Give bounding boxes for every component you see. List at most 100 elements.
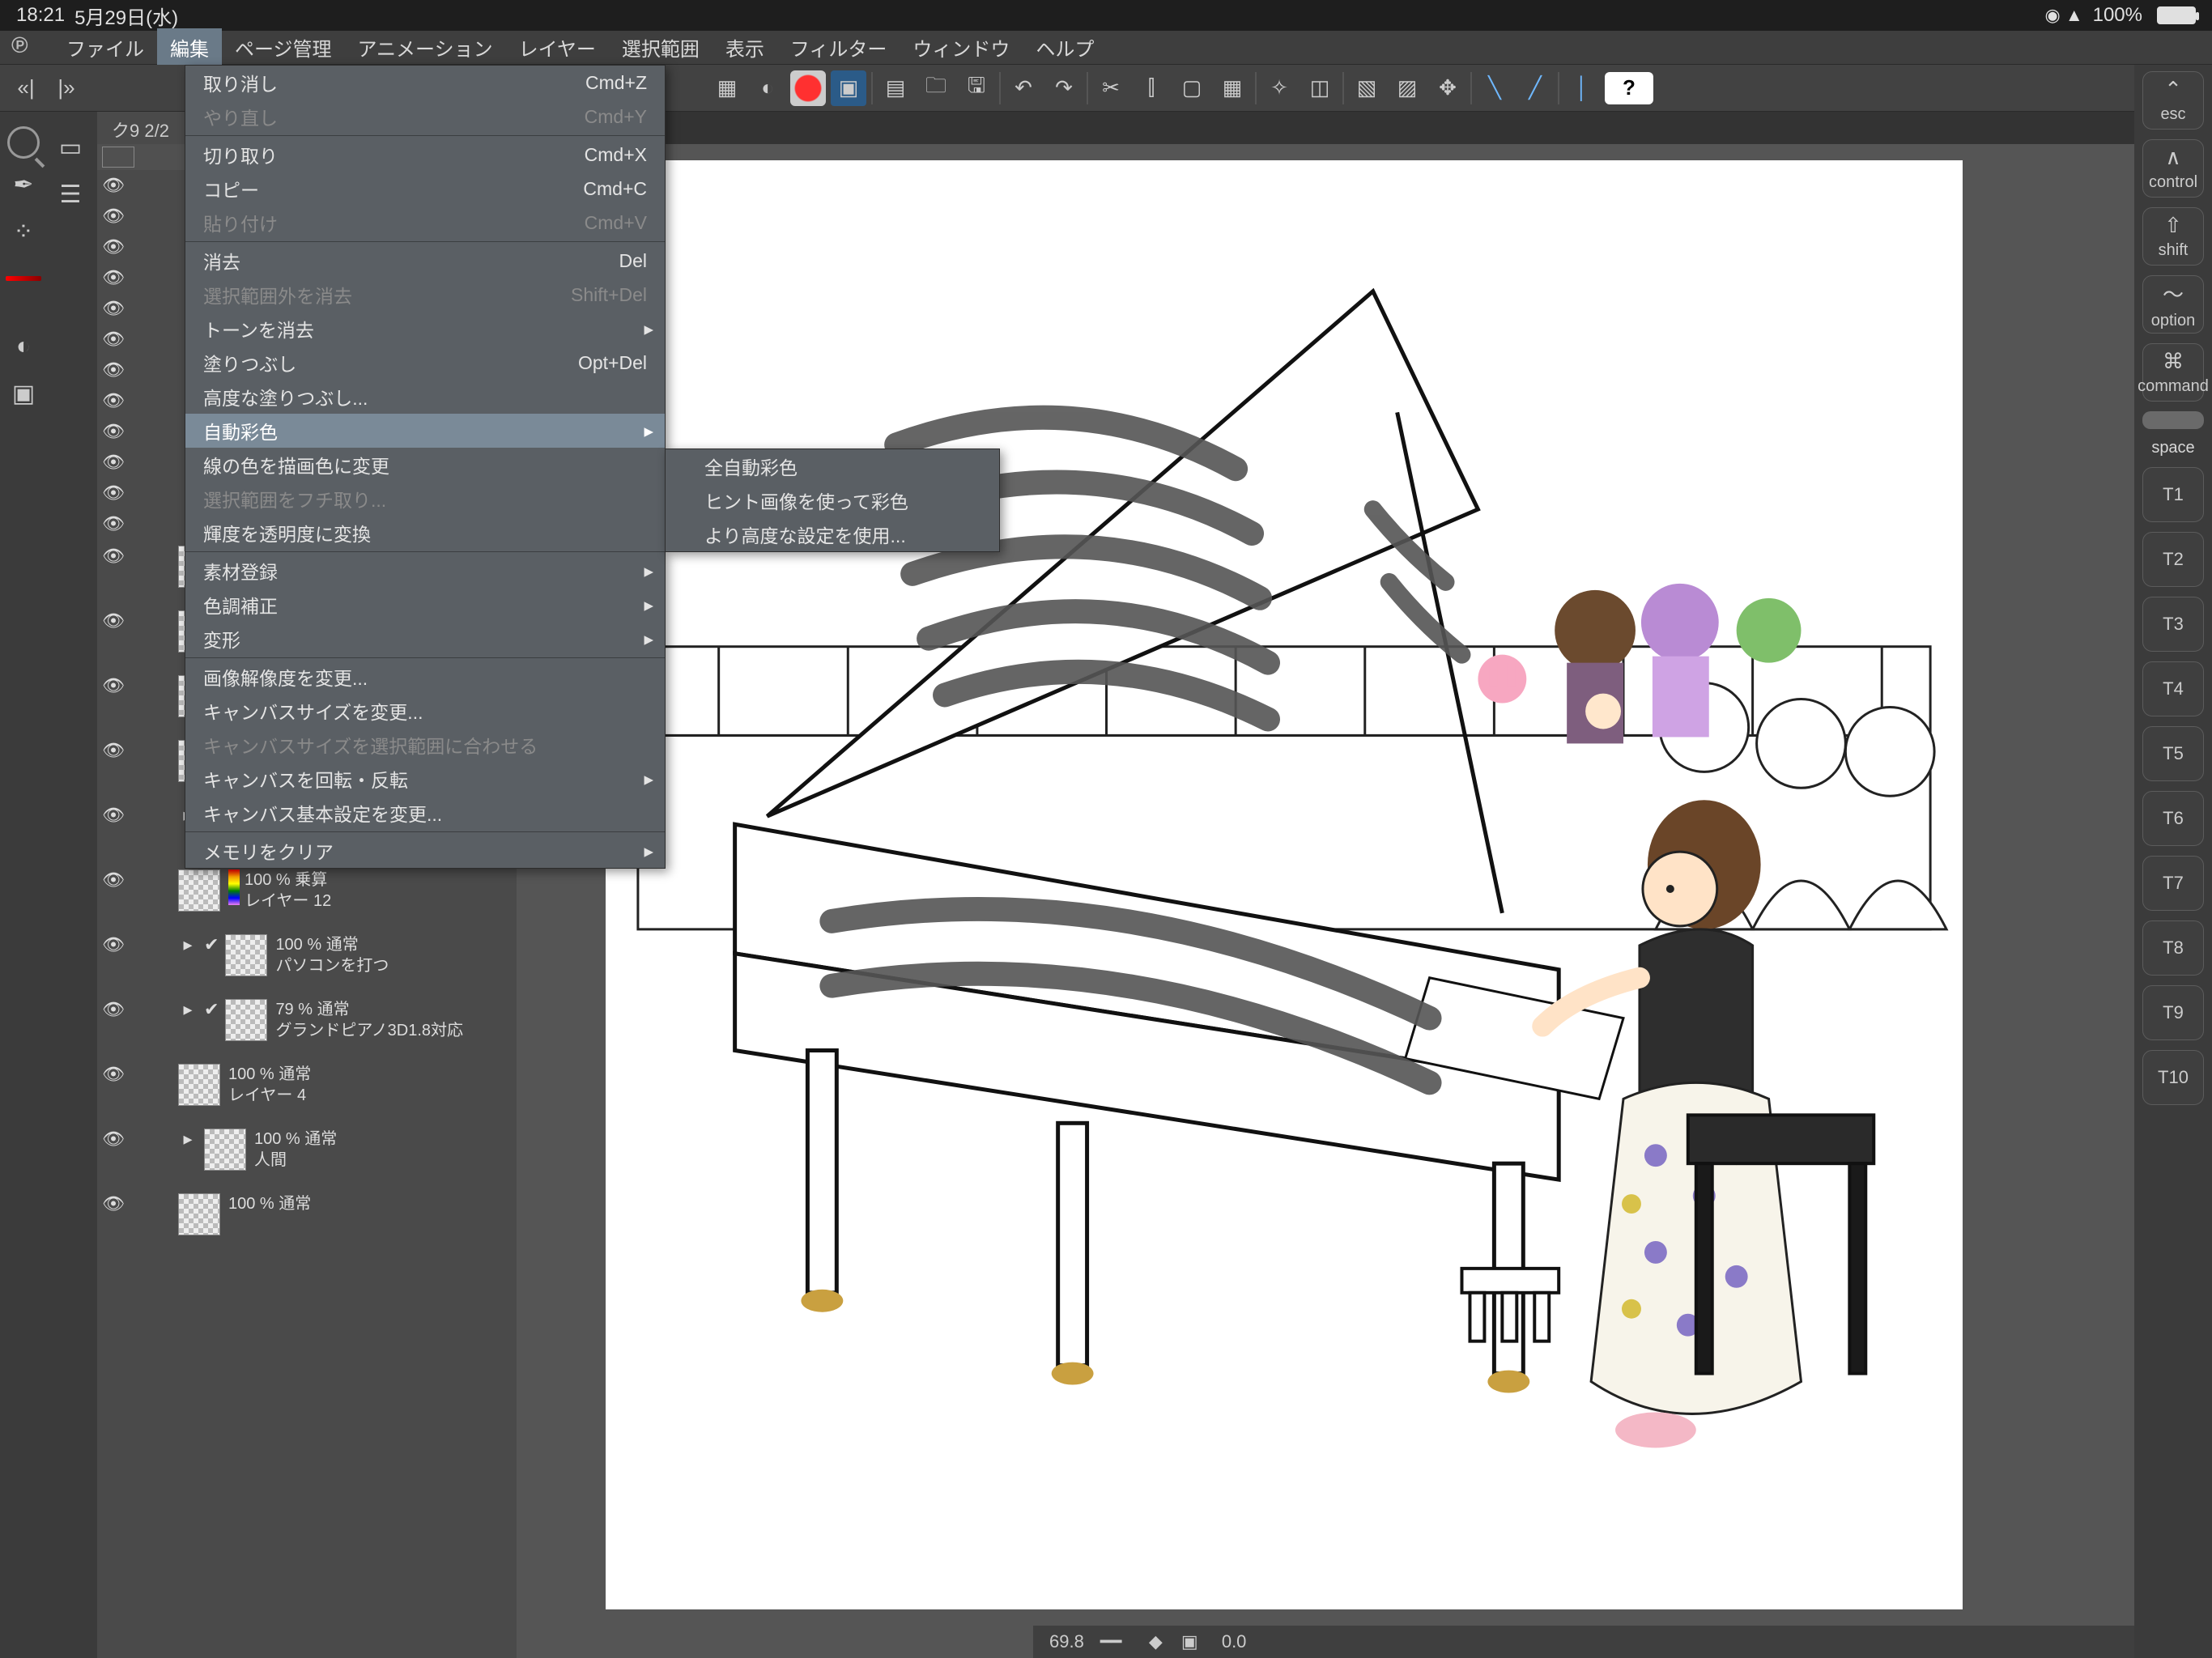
menu-item[interactable]: 自動彩色▸ [185,414,665,448]
modifier-key-option[interactable]: 〜option [2142,275,2204,334]
visibility-icon[interactable]: 👁 [97,740,130,761]
save-icon[interactable]: 🖫 [959,70,994,106]
menu-item[interactable]: 色調補正▸ [185,588,665,622]
app-logo-icon[interactable]: ℗ [11,32,42,63]
menu-item[interactable]: トーンを消去▸ [185,312,665,346]
menu-item[interactable]: 消去Del [185,244,665,278]
layer-row[interactable]: 👁▸100 % 通常人間 [97,1122,517,1187]
visibility-icon[interactable]: 👁 [97,1064,130,1085]
smartphone-icon[interactable]: ▣ [831,70,866,106]
visibility-icon[interactable]: 👁 [97,236,130,257]
modifier-key-esc[interactable]: ⌃esc [2142,71,2204,130]
menu-ヘルプ[interactable]: ヘルプ [1023,28,1107,66]
menu-item[interactable]: キャンバスサイズを変更... [185,694,665,728]
menu-フィルター[interactable]: フィルター [777,28,900,66]
undo-icon[interactable]: ↶ [1006,70,1041,106]
pencil-tool-icon[interactable] [2,257,45,300]
snap-icon[interactable]: ◐ [750,70,785,106]
menu-item[interactable]: 線の色を描画色に変更 [185,448,665,482]
open-folder-icon[interactable]: 🗀 [918,70,954,106]
record-icon[interactable] [790,70,826,106]
subtool-icon[interactable]: ▭ [49,126,91,168]
visibility-icon[interactable]: 👁 [97,805,130,826]
ruler-icon[interactable]: ⫿ [1134,70,1169,106]
menu-ファイル[interactable]: ファイル [53,28,157,66]
canvas-viewport[interactable]: 69.8 ━━ ◆ ▣ 0.0 [517,144,2173,1658]
space-key[interactable] [2142,411,2204,429]
menu-item[interactable]: キャンバス基本設定を変更... [185,796,665,830]
visibility-icon[interactable]: 👁 [97,546,130,567]
visibility-icon[interactable]: 👁 [97,999,130,1020]
layer-row[interactable]: 👁100 % 通常レイヤー 4 [97,1057,517,1122]
layers-icon[interactable]: ☰ [49,173,91,215]
menu-表示[interactable]: 表示 [713,28,777,66]
modifier-key-command[interactable]: ⌘command [2142,343,2204,402]
modifier-key-control[interactable]: ∧control [2142,139,2204,198]
touch-key-T2[interactable]: T2 [2142,532,2204,587]
layer-row[interactable]: 👁100 % 通常 [97,1187,517,1252]
redo-icon[interactable]: ↷ [1046,70,1082,106]
touch-key-T1[interactable]: T1 [2142,467,2204,522]
snap-perspective-icon[interactable]: ╲ [1477,70,1512,106]
menu-item[interactable]: キャンバスを回転・反転▸ [185,762,665,796]
image-tool-icon[interactable]: ▣ [2,372,45,414]
cut-icon[interactable]: ✂ [1093,70,1129,106]
new-file-icon[interactable]: ▤ [878,70,913,106]
brush-tool-icon[interactable]: ✒ [2,164,45,206]
snap-parallel-icon[interactable]: ╱ [1517,70,1553,106]
visibility-icon[interactable]: 👁 [97,267,130,288]
menu-item[interactable]: 輝度を透明度に変換 [185,516,665,550]
menu-ウィンドウ[interactable]: ウィンドウ [900,28,1023,66]
touch-key-T5[interactable]: T5 [2142,726,2204,781]
visibility-icon[interactable]: 👁 [97,675,130,696]
touch-key-T10[interactable]: T10 [2142,1050,2204,1105]
wand-icon[interactable]: ✧ [1261,70,1297,106]
layer-row[interactable]: 👁▸✔100 % 通常パソコンを打つ [97,928,517,993]
folder-toggle-icon[interactable]: ▸ [178,1129,198,1150]
screen-icon[interactable]: ▢ [1174,70,1210,106]
folder-toggle-icon[interactable]: ▸ [178,934,198,955]
submenu-item[interactable]: 全自動彩色 [666,449,999,483]
transform-icon[interactable]: ▨ [1389,70,1425,106]
menu-アニメーション[interactable]: アニメーション [345,28,506,66]
visibility-icon[interactable]: 👁 [97,452,130,473]
submenu-item[interactable]: ヒント画像を使って彩色 [666,483,999,517]
layer-row[interactable]: 👁▸✔79 % 通常グランドピアノ3D1.8対応 [97,993,517,1057]
visibility-icon[interactable]: 👁 [97,483,130,504]
visibility-icon[interactable]: 👁 [97,421,130,442]
document-tab[interactable]: ク9 2/2 [97,112,189,144]
visibility-icon[interactable]: 👁 [97,934,130,955]
touch-key-T3[interactable]: T3 [2142,597,2204,652]
layer-row[interactable]: 👁100 % 乗算レイヤー 12 [97,863,517,928]
touch-key-T9[interactable]: T9 [2142,985,2204,1040]
visibility-icon[interactable]: 👁 [97,869,130,891]
crop-icon[interactable]: ▧ [1349,70,1385,106]
selection-icon[interactable]: ◫ [1302,70,1338,106]
menu-item[interactable]: コピーCmd+C [185,172,665,206]
visibility-icon[interactable]: 👁 [97,390,130,411]
box-icon[interactable] [102,147,134,168]
toggle-right-icon[interactable]: |» [49,70,84,106]
menu-item[interactable]: 素材登録▸ [185,554,665,588]
touch-key-T6[interactable]: T6 [2142,791,2204,846]
snap-special-icon[interactable]: │ [1564,70,1600,106]
move-icon[interactable]: ✥ [1430,70,1465,106]
menu-item[interactable]: 変形▸ [185,622,665,656]
visibility-icon[interactable]: 👁 [97,298,130,319]
menu-レイヤー[interactable]: レイヤー [506,28,609,66]
menu-編集[interactable]: 編集 [157,28,222,66]
menu-item[interactable]: 画像解像度を変更... [185,660,665,694]
touch-key-T4[interactable]: T4 [2142,661,2204,716]
visibility-icon[interactable]: 👁 [97,513,130,534]
visibility-icon[interactable]: 👁 [97,1193,130,1214]
visibility-icon[interactable]: 👁 [97,206,130,227]
visibility-icon[interactable]: 👁 [97,610,130,631]
submenu-item[interactable]: より高度な設定を使用... [666,517,999,551]
airbrush-tool-icon[interactable]: ⁘ [2,210,45,253]
canvas[interactable] [606,160,1963,1609]
modifier-key-shift[interactable]: ⇧shift [2142,207,2204,266]
menu-item[interactable]: 取り消しCmd+Z [185,66,665,100]
folder-toggle-icon[interactable]: ▸ [178,999,198,1020]
magnifier-icon[interactable] [7,126,40,159]
blend-tool-icon[interactable]: ◐ [2,325,45,368]
